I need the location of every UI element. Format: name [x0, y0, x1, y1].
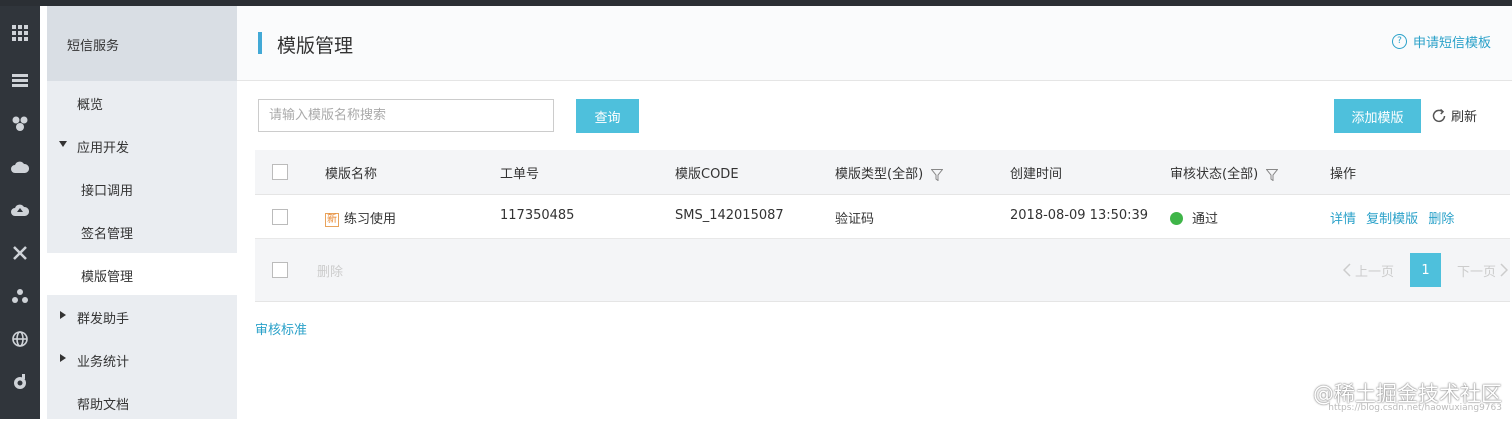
sidebar-title: 短信服务: [67, 39, 120, 54]
caret-down-icon: [59, 141, 67, 147]
column-header: 模版类型(全部): [835, 167, 924, 182]
caret-right-icon: [60, 354, 66, 362]
sidebar-item-label: 模版管理: [81, 270, 134, 285]
chevron-left-icon: [1342, 263, 1351, 277]
sidebar-header: 短信服务: [47, 6, 237, 81]
next-page-label: 下一页: [1456, 264, 1496, 280]
filter-icon[interactable]: [931, 168, 944, 181]
sidebar-item-overview[interactable]: 概览: [47, 81, 237, 123]
template-type: 验证码: [835, 212, 875, 227]
status-cell: 通过: [1170, 208, 1218, 227]
help-icon: ?: [1391, 34, 1407, 49]
refresh-icon: [1432, 108, 1446, 122]
copy-template-link[interactable]: 复制模版: [1366, 212, 1418, 227]
ticket-number: 117350485: [500, 208, 575, 223]
cloud-icon[interactable]: [0, 147, 40, 187]
sidebar-item-statistics[interactable]: 业务统计: [47, 338, 237, 380]
column-header-status[interactable]: 审核状态(全部): [1170, 163, 1279, 182]
template-name-cell: 新练习使用: [325, 208, 396, 227]
sidebar-item-label: 概览: [77, 98, 104, 113]
add-template-button[interactable]: 添加模版: [1334, 99, 1421, 133]
watermark-url: https://blog.csdn.net/haowuxiang9763: [1328, 403, 1502, 413]
cloud-upload-icon[interactable]: [0, 190, 40, 230]
cog-icon[interactable]: [0, 362, 40, 402]
created-time: 2018-08-09 13:50:39: [1010, 208, 1149, 223]
grid-icon[interactable]: [0, 13, 40, 53]
table-header: 模版名称 工单号 模版CODE 模版类型(全部) 创建时间 审核状态(全部) 操…: [255, 150, 1510, 195]
globe-icon[interactable]: [0, 319, 40, 359]
sidebar-item-label: 应用开发: [77, 141, 130, 156]
query-button[interactable]: 查询: [576, 99, 639, 133]
sidebar-item-label: 群发助手: [77, 312, 130, 327]
sidebar-item-api[interactable]: 接口调用: [47, 167, 237, 209]
product-icon-bar: [0, 6, 40, 419]
column-header: 审核状态(全部): [1170, 167, 1259, 182]
search-input[interactable]: [258, 99, 554, 132]
select-all-checkbox[interactable]: [272, 164, 288, 180]
title-bar: 模版管理 ? 申请短信模板: [237, 6, 1512, 81]
sidebar-item-label: 接口调用: [81, 184, 134, 199]
audit-standards-link[interactable]: 审核标准: [255, 319, 307, 338]
prev-page-button[interactable]: 上一页: [1342, 261, 1394, 280]
pagination: 上一页 1 下一页: [1342, 253, 1510, 287]
filter-icon[interactable]: [1266, 168, 1279, 181]
delete-link[interactable]: 删除: [1428, 212, 1454, 227]
footer-select-all-checkbox[interactable]: [272, 262, 288, 278]
prev-page-label: 上一页: [1354, 264, 1394, 280]
sidebar-item-app-dev[interactable]: 应用开发: [47, 124, 237, 166]
template-name: 练习使用: [344, 212, 397, 227]
sidebar-item-templates[interactable]: 模版管理: [47, 253, 237, 295]
template-code: SMS_142015087: [675, 208, 784, 223]
table-row: 新练习使用 117350485 SMS_142015087 验证码 2018-0…: [255, 195, 1510, 239]
tree-icon[interactable]: [0, 276, 40, 316]
refresh-label: 刷新: [1451, 110, 1478, 125]
caret-right-icon: [60, 311, 66, 319]
sidebar-item-help[interactable]: 帮助文档: [47, 381, 237, 423]
sidebar-item-label: 签名管理: [81, 227, 134, 242]
chevron-right-icon: [1500, 263, 1508, 277]
status-dot-icon: [1170, 212, 1183, 225]
sidebar-item-label: 业务统计: [77, 355, 130, 370]
sidebar: 短信服务 概览 应用开发 接口调用 签名管理 模版管理 群发助手 业务统计 帮助…: [47, 6, 237, 419]
main-content: 模版管理 ? 申请短信模板 查询 添加模版 刷新 模版名称 工单号 模版CODE…: [237, 6, 1512, 419]
column-header: 模版名称: [325, 167, 378, 182]
network-icon[interactable]: [0, 233, 40, 273]
new-badge: 新: [325, 213, 339, 227]
column-header: 创建时间: [1010, 167, 1063, 182]
row-checkbox[interactable]: [272, 209, 288, 225]
page-number-button[interactable]: 1: [1409, 253, 1441, 287]
page-title: 模版管理: [277, 35, 354, 57]
server-icon[interactable]: [0, 61, 40, 101]
apply-template-link[interactable]: ? 申请短信模板: [1391, 32, 1491, 51]
column-header-type[interactable]: 模版类型(全部): [835, 163, 944, 182]
cluster-icon[interactable]: [0, 104, 40, 144]
details-link[interactable]: 详情: [1330, 212, 1356, 227]
sidebar-item-bulk-send[interactable]: 群发助手: [47, 295, 237, 337]
sidebar-item-signatures[interactable]: 签名管理: [47, 210, 237, 252]
column-header: 工单号: [500, 167, 540, 182]
sidebar-item-label: 帮助文档: [77, 398, 130, 413]
apply-template-label: 申请短信模板: [1412, 36, 1491, 51]
title-accent: [258, 32, 262, 54]
next-page-button[interactable]: 下一页: [1457, 261, 1508, 280]
table-footer: 删除 上一页 1 下一页: [255, 239, 1510, 302]
status-text: 通过: [1192, 212, 1219, 227]
actions-cell: 详情 复制模版 删除: [1330, 208, 1460, 227]
column-header: 操作: [1330, 167, 1357, 182]
batch-delete-button[interactable]: 删除: [317, 261, 343, 280]
refresh-button[interactable]: 刷新: [1431, 106, 1477, 125]
column-header: 模版CODE: [675, 167, 739, 182]
